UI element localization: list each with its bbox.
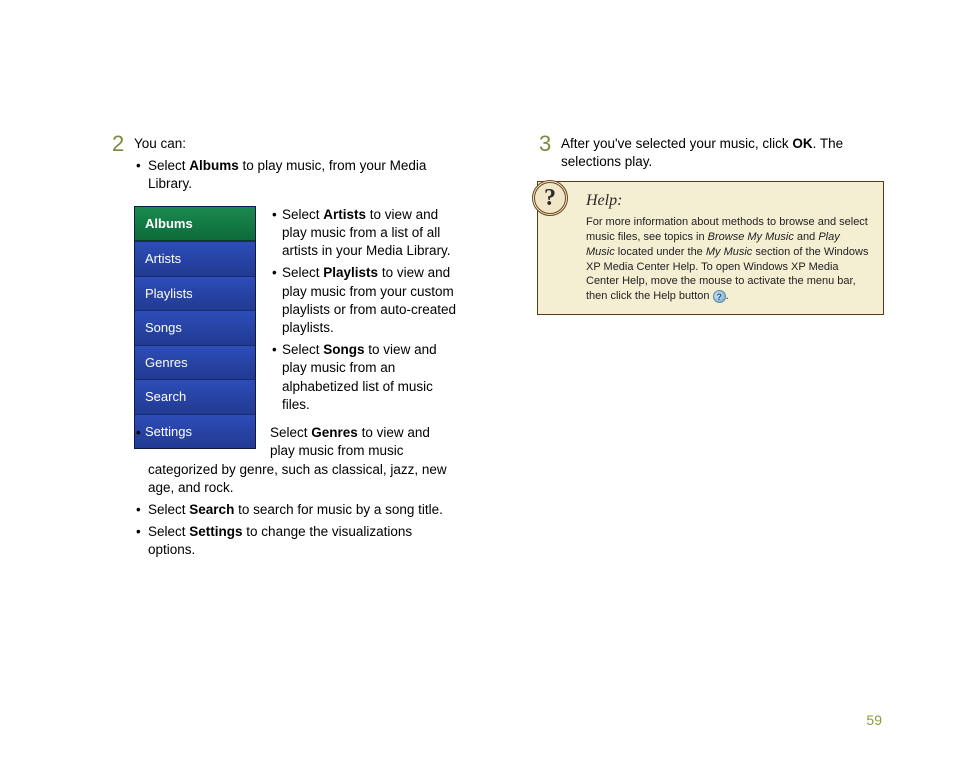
right-column: 3 After you've selected your music, clic… <box>537 135 884 570</box>
help-body: For more information about methods to br… <box>586 215 871 304</box>
step-number-2: 2 <box>112 129 124 159</box>
step-3: 3 After you've selected your music, clic… <box>537 135 884 171</box>
page-number: 59 <box>866 711 882 730</box>
bullet-artists: Select Artists to view and play music fr… <box>270 206 457 261</box>
help-title: Help: <box>586 190 871 212</box>
bullet-search: Select Search to search for music by a s… <box>134 501 457 519</box>
bullet-songs: Select Songs to view and play music from… <box>270 341 457 414</box>
help-button-icon: ? <box>713 290 726 303</box>
help-box: ? Help: For more information about metho… <box>537 181 884 315</box>
bullet-genres: Select Genres to view and play music fro… <box>134 424 457 497</box>
menu-item-search[interactable]: Search <box>135 379 255 414</box>
menu-item-albums[interactable]: Albums <box>135 207 255 242</box>
menu-item-genres[interactable]: Genres <box>135 345 255 380</box>
music-menu: Albums Artists Playlists Songs Genres Se… <box>134 206 256 450</box>
menu-item-songs[interactable]: Songs <box>135 310 255 345</box>
step-2: 2 You can: Select Albums to play music, … <box>110 135 457 560</box>
step-2-intro: You can: <box>134 136 186 151</box>
left-column: 2 You can: Select Albums to play music, … <box>110 135 457 570</box>
bullet-albums: Select Albums to play music, from your M… <box>134 157 457 193</box>
bullet-settings: Select Settings to change the visualizat… <box>134 523 457 559</box>
step-number-3: 3 <box>539 129 551 159</box>
help-icon: ? <box>532 180 568 216</box>
menu-item-artists[interactable]: Artists <box>135 241 255 276</box>
bullet-playlists: Select Playlists to view and play music … <box>270 264 457 337</box>
menu-item-playlists[interactable]: Playlists <box>135 276 255 311</box>
